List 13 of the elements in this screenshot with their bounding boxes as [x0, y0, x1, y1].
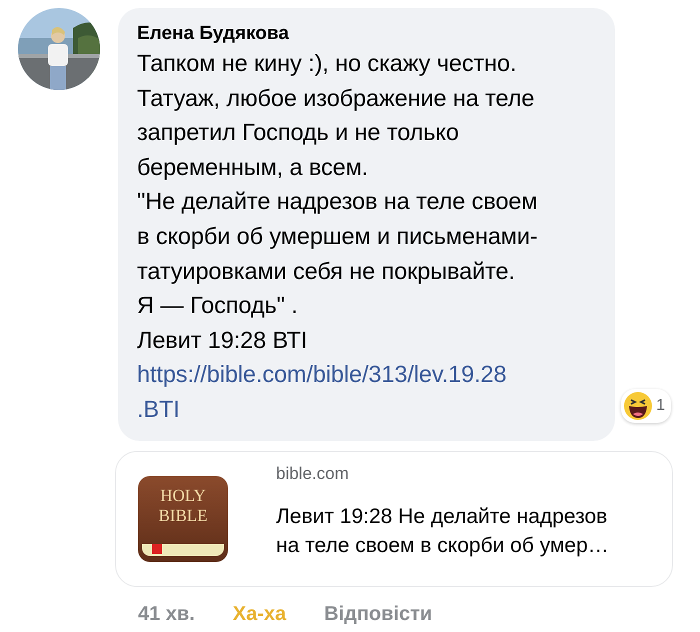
laughing-face-icon	[623, 390, 654, 421]
timestamp: 41 хв.	[138, 602, 195, 626]
reaction-count: 1	[656, 396, 665, 415]
link-domain: bible.com	[276, 464, 350, 484]
reaction-badge[interactable]: 1	[621, 388, 671, 423]
comment-link[interactable]: https://bible.com/bible/313/lev.19.28 .BTI	[137, 357, 506, 427]
author-name[interactable]: Елена Будякова	[137, 22, 595, 46]
link-title: Левит 19:28 Не делайте надрезов на теле своем в скорби об умер…	[276, 504, 609, 559]
reply-link[interactable]: Відповісти	[324, 602, 432, 626]
comment-text: Тапком не кину :), но скажу честно. Татуаж, любое изображение на теле запретил Господь и не только беременным, а всем. "Не делайте надрезов на теле своем в скорби об умершем и письменами- татуировками себя не покрывайте. Я — Господь" . Левит 19:28 ВТІ	[137, 49, 539, 355]
link-preview-card[interactable]: HOLY BIBLE bible.com Левит 19:28 Не делайте надрезов на теле своем в скорби об умер…	[115, 450, 673, 587]
bookmark-icon	[152, 544, 162, 554]
logo-text: HOLY BIBLE	[158, 486, 208, 526]
